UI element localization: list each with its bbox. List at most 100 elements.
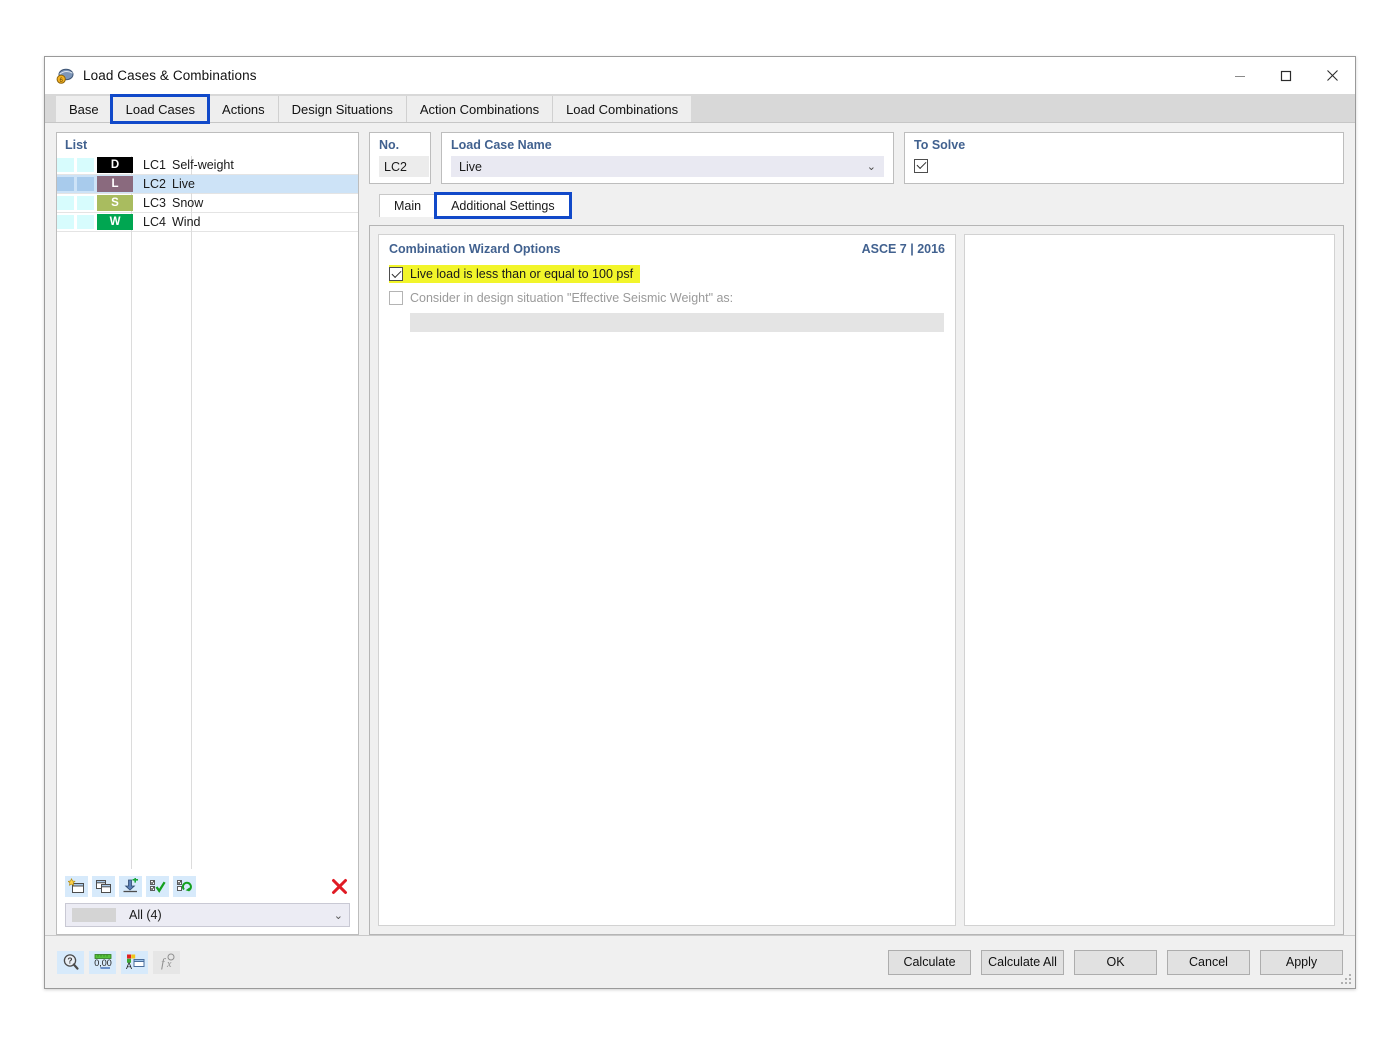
row-category-badge: S — [97, 195, 133, 211]
row-load-case-name: Self-weight — [172, 158, 234, 172]
copy-windows-icon[interactable] — [92, 875, 115, 897]
cancel-button[interactable]: Cancel — [1167, 949, 1250, 975]
tab-main[interactable]: Main — [379, 194, 437, 217]
dialog-action-buttons: Calculate Calculate All OK Cancel Apply — [888, 949, 1343, 975]
combination-wizard-options-panel: Combination Wizard Options ASCE 7 | 2016… — [378, 234, 956, 926]
list-filter-dropdown[interactable]: All (4) ⌄ — [65, 903, 350, 927]
tab-actions[interactable]: Actions — [208, 96, 278, 122]
row-color-swatch-2 — [77, 196, 94, 210]
to-solve-field: To Solve — [904, 132, 1344, 184]
dialog-footer: ? 0,00 A f x Calculate Calculate All OK … — [45, 935, 1355, 988]
load-case-name-label: Load Case Name — [451, 138, 552, 152]
live-load-limit-option[interactable]: Live load is less than or equal to 100 p… — [389, 265, 641, 283]
subtab-label: Additional Settings — [451, 199, 555, 213]
effective-seismic-weight-label: Consider in design situation "Effective … — [410, 291, 734, 305]
row-category-badge: L — [97, 176, 133, 192]
dialog-body: List D LC1 Self-weight L LC2 Live S LC3 … — [45, 123, 1355, 935]
load-case-no-field: No. LC2 — [369, 132, 431, 184]
subtab-label: Main — [394, 199, 422, 213]
function-fx-icon[interactable]: f x — [153, 950, 180, 974]
window-controls — [1217, 57, 1355, 94]
load-case-table[interactable]: D LC1 Self-weight L LC2 Live S LC3 Snow … — [57, 156, 358, 869]
tab-load-combinations[interactable]: Load Combinations — [552, 96, 692, 122]
filter-color-chip — [72, 908, 116, 922]
new-window-star-icon[interactable] — [65, 875, 88, 897]
row-category-badge: W — [97, 214, 133, 230]
load-case-name-input[interactable]: Live ⌄ — [451, 156, 884, 177]
chevron-down-icon[interactable]: ⌄ — [334, 909, 343, 922]
row-load-case-no: LC4 — [143, 215, 166, 229]
tab-label: Load Combinations — [566, 101, 679, 117]
svg-text:0,00: 0,00 — [94, 958, 112, 968]
to-solve-label: To Solve — [914, 138, 966, 152]
table-row[interactable]: S LC3 Snow — [57, 194, 358, 212]
ok-button[interactable]: OK — [1074, 949, 1157, 975]
row-color-swatch-1 — [57, 177, 74, 191]
detail-content-pane: Combination Wizard Options ASCE 7 | 2016… — [369, 225, 1344, 935]
list-header-label: List — [65, 138, 88, 152]
tab-additional-settings[interactable]: Additional Settings — [434, 192, 572, 219]
detail-tab-strip: Main Additional Settings — [369, 192, 1344, 219]
resize-grip[interactable] — [1341, 974, 1352, 985]
minimize-button[interactable] — [1217, 57, 1263, 94]
row-color-swatch-2 — [77, 215, 94, 229]
no-value: LC2 — [379, 156, 429, 177]
row-color-swatch-2 — [77, 158, 94, 172]
to-solve-checkbox[interactable] — [914, 158, 928, 173]
effective-seismic-weight-option[interactable]: Consider in design situation "Effective … — [389, 289, 733, 307]
live-load-limit-checkbox[interactable] — [389, 267, 403, 281]
load-case-name-value: Live — [459, 159, 482, 174]
checklist-refresh-icon[interactable] — [173, 875, 196, 897]
load-case-list-panel: List D LC1 Self-weight L LC2 Live S LC3 … — [56, 132, 359, 935]
wizard-side-panel — [964, 234, 1335, 926]
calculate-button[interactable]: Calculate — [888, 949, 971, 975]
tab-label: Action Combinations — [419, 101, 540, 117]
footer-tool-buttons: ? 0,00 A f x — [57, 950, 180, 974]
import-down-arrow-icon[interactable] — [119, 875, 142, 897]
svg-text:?: ? — [67, 956, 72, 966]
magnifier-question-icon[interactable]: ? — [57, 950, 84, 974]
calculate-all-button[interactable]: Calculate All — [981, 949, 1064, 975]
no-label: No. — [379, 138, 400, 152]
row-load-case-name: Live — [172, 177, 195, 191]
table-row[interactable]: W LC4 Wind — [57, 213, 358, 231]
table-row[interactable]: D LC1 Self-weight — [57, 156, 358, 174]
tab-base[interactable]: Base — [56, 96, 112, 122]
tab-load-cases[interactable]: Load Cases — [109, 94, 211, 124]
main-tab-strip: Base Load Cases Actions Design Situation… — [45, 94, 1355, 124]
tab-design-situations[interactable]: Design Situations — [277, 96, 406, 122]
row-load-case-name: Wind — [172, 215, 201, 229]
tab-label: Load Cases — [125, 101, 196, 117]
ruler-decimals-icon[interactable]: 0,00 — [89, 950, 116, 974]
chevron-down-icon[interactable]: ⌄ — [867, 160, 876, 173]
row-load-case-no: LC2 — [143, 177, 166, 191]
table-row[interactable]: L LC2 Live — [57, 175, 358, 193]
effective-seismic-weight-checkbox[interactable] — [389, 291, 403, 305]
title-bar: 6 Load Cases & Combinations — [45, 57, 1355, 94]
load-case-header-row: No. LC2 Load Case Name Live ⌄ To Solve — [369, 132, 1344, 184]
tab-action-combinations[interactable]: Action Combinations — [405, 96, 553, 122]
color-palette-window-icon[interactable]: A — [121, 950, 148, 974]
load-cases-app-icon: 6 — [56, 67, 74, 85]
row-color-swatch-1 — [57, 158, 74, 172]
load-cases-dialog-window: 6 Load Cases & Combinations Base Load Ca… — [44, 56, 1356, 989]
row-color-swatch-1 — [57, 196, 74, 210]
wizard-standard-label: ASCE 7 | 2016 — [861, 242, 945, 256]
tab-label: Base — [69, 101, 99, 117]
checklist-green-check-icon[interactable] — [146, 875, 169, 897]
close-button[interactable] — [1309, 57, 1355, 94]
apply-button[interactable]: Apply — [1260, 949, 1343, 975]
list-filter-label: All (4) — [129, 908, 162, 922]
live-load-limit-label: Live load is less than or equal to 100 p… — [410, 267, 634, 281]
row-color-swatch-1 — [57, 215, 74, 229]
svg-text:x: x — [166, 959, 172, 970]
effective-seismic-weight-input[interactable] — [410, 313, 944, 332]
list-toolbar — [57, 869, 358, 903]
load-case-name-field: Load Case Name Live ⌄ — [441, 132, 894, 184]
red-x-delete-icon[interactable] — [328, 876, 350, 897]
maximize-button[interactable] — [1263, 57, 1309, 94]
row-divider — [57, 231, 358, 232]
row-color-swatch-2 — [77, 177, 94, 191]
tab-label: Actions — [222, 101, 265, 117]
load-case-detail-area: No. LC2 Load Case Name Live ⌄ To Solve M… — [369, 132, 1344, 935]
